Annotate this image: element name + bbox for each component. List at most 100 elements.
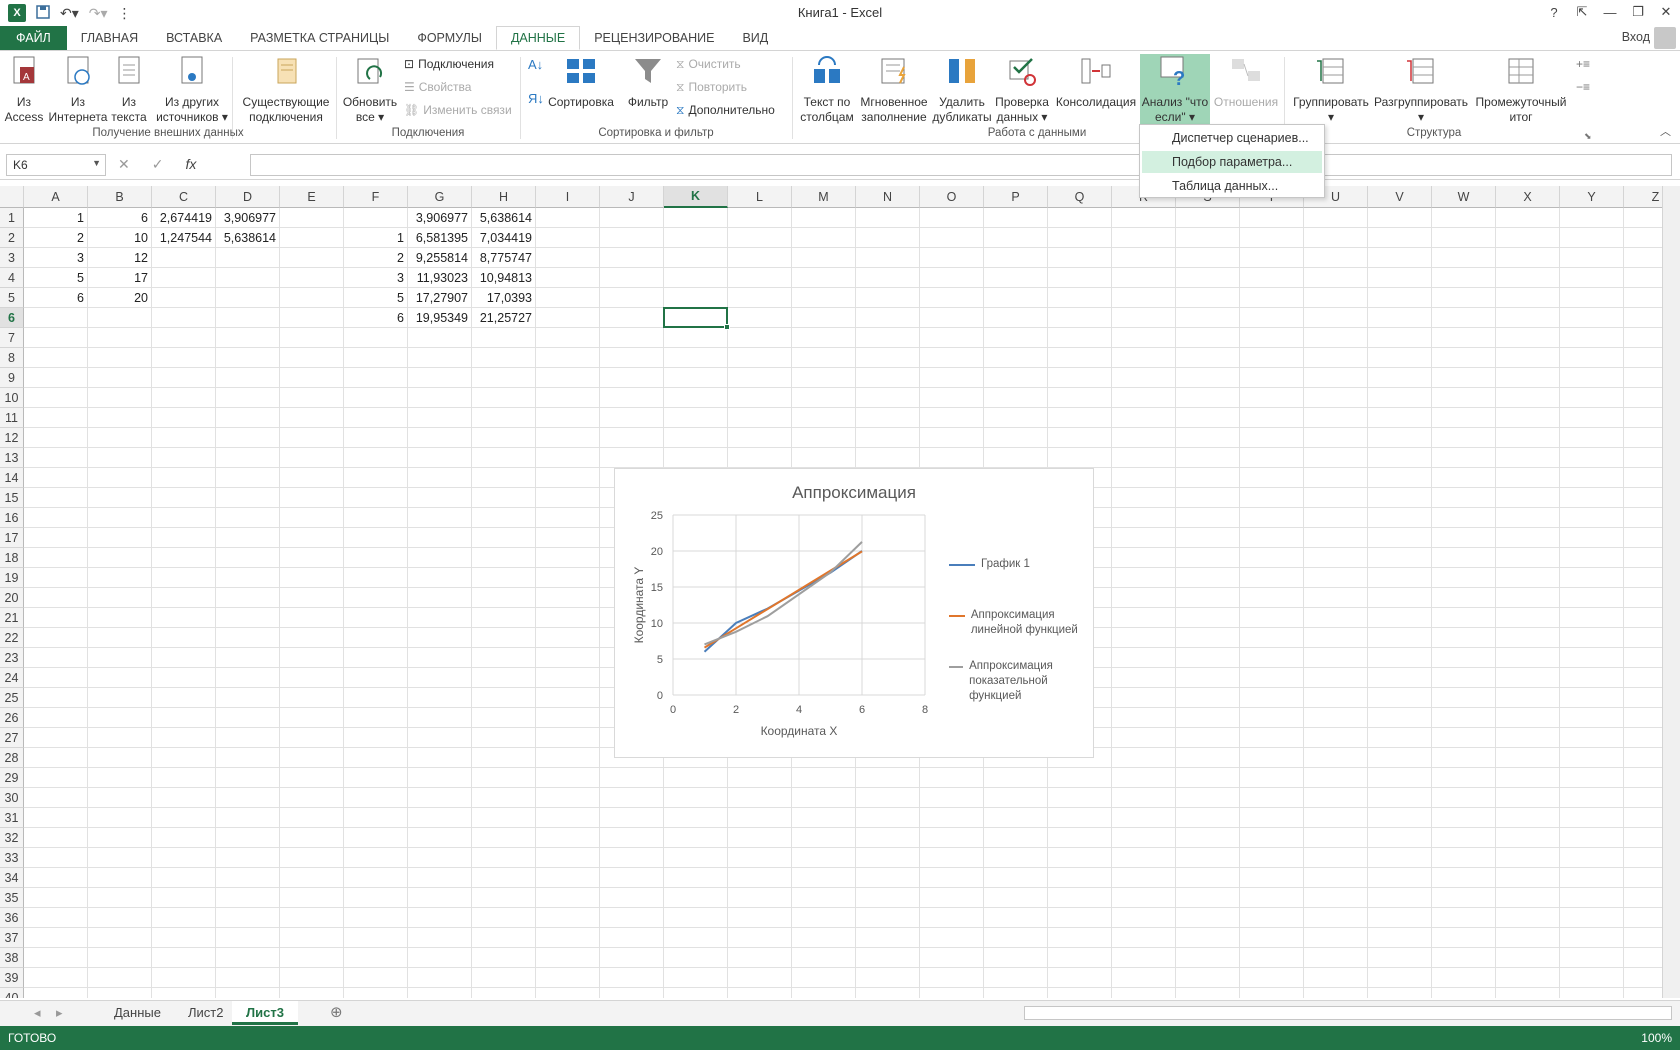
column-header-c[interactable]: C [152,186,216,208]
column-header-f[interactable]: F [344,186,408,208]
row-header-16[interactable]: 16 [0,508,24,528]
column-header-v[interactable]: V [1368,186,1432,208]
row-header-18[interactable]: 18 [0,548,24,568]
row-header-35[interactable]: 35 [0,888,24,908]
cell-b3[interactable]: 12 [88,248,151,268]
row-header-19[interactable]: 19 [0,568,24,588]
row-header-3[interactable]: 3 [0,248,24,268]
sheet-tab-sheet3[interactable]: Лист3 [232,1001,298,1025]
row-header-21[interactable]: 21 [0,608,24,628]
remove-duplicates-button[interactable]: Удалить дубликаты [932,55,992,125]
zoom-level[interactable]: 100% [1641,1031,1672,1045]
column-header-n[interactable]: N [856,186,920,208]
row-header-12[interactable]: 12 [0,428,24,448]
row-header-8[interactable]: 8 [0,348,24,368]
row-header-36[interactable]: 36 [0,908,24,928]
row-header-38[interactable]: 38 [0,948,24,968]
row-header-29[interactable]: 29 [0,768,24,788]
column-header-w[interactable]: W [1432,186,1496,208]
redo-icon[interactable]: ↷▾ [89,5,108,22]
cell-h1[interactable]: 5,638614 [472,208,535,228]
row-header-4[interactable]: 4 [0,268,24,288]
name-box[interactable]: K6 ▼ [6,154,106,176]
cell-g3[interactable]: 9,255814 [408,248,471,268]
row-header-30[interactable]: 30 [0,788,24,808]
row-header-13[interactable]: 13 [0,448,24,468]
filter-button[interactable]: Фильтр [624,55,672,110]
cell-g5[interactable]: 17,27907 [408,288,471,308]
vertical-scrollbar[interactable] [1662,186,1680,998]
tab-scroll-right-icon[interactable]: ▸ [42,1001,77,1025]
menu-item-data-table[interactable]: Таблица данных... [1142,175,1322,197]
from-other-sources-button[interactable]: Из других источников ▾ [152,55,232,125]
cell-b5[interactable]: 20 [88,288,151,308]
sheet-tab-sheet2[interactable]: Лист2 [174,1001,237,1025]
cell-c2[interactable]: 1,247544 [152,228,215,248]
row-header-11[interactable]: 11 [0,408,24,428]
edit-links-button[interactable]: ⛓ Изменить связи [404,103,512,118]
row-header-28[interactable]: 28 [0,748,24,768]
column-header-a[interactable]: A [24,186,88,208]
cell-f5[interactable]: 5 [344,288,407,308]
restore-button[interactable]: ❐ [1624,0,1652,24]
help-button[interactable]: ? [1540,0,1568,24]
row-header-22[interactable]: 22 [0,628,24,648]
cell-d2[interactable]: 5,638614 [216,228,279,248]
flash-fill-button[interactable]: Мгновенное заполнение [858,55,930,125]
from-web-button[interactable]: Из Интернета [48,55,108,125]
row-header-40[interactable]: 40 [0,988,24,998]
cell-a5[interactable]: 6 [24,288,87,308]
cell-d1[interactable]: 3,906977 [216,208,279,228]
collapse-ribbon-button[interactable]: ︿ [1660,125,1671,140]
column-header-m[interactable]: M [792,186,856,208]
chevron-down-icon[interactable]: ▼ [92,158,101,168]
cell-g4[interactable]: 11,93023 [408,268,471,288]
tab-formulas[interactable]: ФОРМУЛЫ [403,26,496,50]
column-header-i[interactable]: I [536,186,600,208]
cell-b4[interactable]: 17 [88,268,151,288]
row-header-9[interactable]: 9 [0,368,24,388]
row-header-6[interactable]: 6 [0,308,24,328]
from-access-button[interactable]: A Из Access [4,55,44,125]
row-header-14[interactable]: 14 [0,468,24,488]
existing-connections-button[interactable]: Существующие подключения [238,55,334,125]
column-header-q[interactable]: Q [1048,186,1112,208]
avatar[interactable] [1654,27,1676,49]
enter-icon[interactable]: ✓ [152,156,164,173]
customize-qat-icon[interactable]: ⋮ [118,5,132,22]
select-all-corner[interactable] [0,186,24,208]
column-header-e[interactable]: E [280,186,344,208]
group-button[interactable]: Группировать ▾ [1290,55,1372,125]
row-header-5[interactable]: 5 [0,288,24,308]
row-header-32[interactable]: 32 [0,828,24,848]
sign-in-link[interactable]: Вход [1622,30,1650,44]
column-header-x[interactable]: X [1496,186,1560,208]
column-header-o[interactable]: O [920,186,984,208]
column-header-d[interactable]: D [216,186,280,208]
tab-data[interactable]: ДАННЫЕ [495,26,581,50]
cell-h4[interactable]: 10,94813 [472,268,535,288]
ribbon-display-button[interactable]: ⇱ [1568,0,1596,24]
cell-b2[interactable]: 10 [88,228,151,248]
save-icon[interactable] [36,4,50,22]
data-validation-button[interactable]: Проверка данных ▾ [994,55,1050,125]
formula-input[interactable] [250,154,1672,176]
chart[interactable]: Аппроксимация 0 5 10 15 20 25 0 2 4 6 8 Координата … [614,468,1094,758]
row-header-2[interactable]: 2 [0,228,24,248]
row-header-7[interactable]: 7 [0,328,24,348]
cell-b1[interactable]: 6 [88,208,151,228]
fill-handle[interactable] [724,324,730,330]
cancel-icon[interactable]: ✕ [118,156,130,173]
sort-za-button[interactable]: Я↓ [528,91,544,106]
row-header-27[interactable]: 27 [0,728,24,748]
tab-view[interactable]: ВИД [728,26,782,50]
row-header-10[interactable]: 10 [0,388,24,408]
reapply-button[interactable]: ⧖ Повторить [676,80,747,95]
undo-icon[interactable]: ↶▾ [60,5,79,22]
cell-f4[interactable]: 3 [344,268,407,288]
cell-h2[interactable]: 7,034419 [472,228,535,248]
tab-review[interactable]: РЕЦЕНЗИРОВАНИЕ [580,26,728,50]
show-detail-button[interactable]: +≡ [1576,57,1590,72]
hide-detail-button[interactable]: −≡ [1576,80,1590,95]
row-header-26[interactable]: 26 [0,708,24,728]
